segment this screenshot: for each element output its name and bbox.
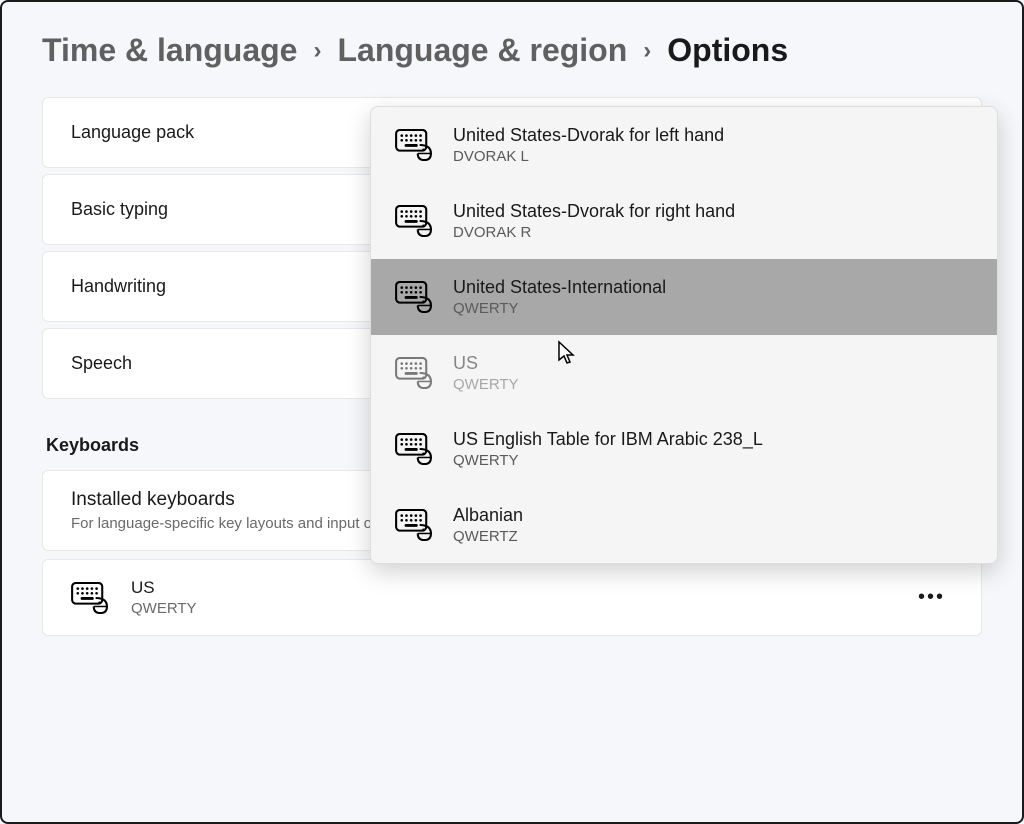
dropdown-item-layout: QWERTZ [453, 528, 523, 545]
dropdown-item-name: US English Table for IBM Arabic 238_L [453, 429, 763, 450]
installed-keyboard-row[interactable]: US QWERTY ••• [42, 559, 982, 636]
breadcrumb-language-region[interactable]: Language & region [337, 32, 627, 69]
dropdown-item-name: United States-Dvorak for left hand [453, 125, 724, 146]
dropdown-item-name: Albanian [453, 505, 523, 526]
dropdown-item[interactable]: United States-Dvorak for right hand DVOR… [371, 183, 997, 259]
more-options-button[interactable]: ••• [910, 582, 953, 613]
dropdown-item[interactable]: Albanian QWERTZ [371, 487, 997, 563]
keyboard-layout-dropdown: United States-Dvorak for left hand DVORA… [370, 106, 998, 564]
dropdown-item[interactable]: United States-Dvorak for left hand DVORA… [371, 107, 997, 183]
dropdown-item[interactable]: United States-International QWERTY [371, 259, 997, 335]
keyboard-icon [395, 129, 433, 161]
installed-keyboard-layout: QWERTY [131, 600, 888, 617]
dropdown-item-layout: DVORAK L [453, 148, 724, 165]
keyboard-icon [71, 582, 109, 614]
breadcrumb: Time & language › Language & region › Op… [42, 32, 982, 69]
dropdown-item: US QWERTY [371, 335, 997, 411]
dropdown-item-layout: DVORAK R [453, 224, 735, 241]
dropdown-item-layout: QWERTY [453, 452, 763, 469]
keyboard-icon [395, 205, 433, 237]
installed-keyboards-title: Installed keyboards [71, 489, 412, 511]
installed-keyboard-name: US [131, 578, 888, 598]
dropdown-item-layout: QWERTY [453, 300, 666, 317]
chevron-right-icon: › [313, 37, 321, 65]
keyboard-icon [395, 433, 433, 465]
keyboard-icon [395, 281, 433, 313]
dropdown-item-name: United States-International [453, 277, 666, 298]
keyboard-icon [395, 509, 433, 541]
breadcrumb-options: Options [667, 32, 788, 69]
dropdown-item-layout: QWERTY [453, 376, 519, 393]
keyboard-icon [395, 357, 433, 389]
dropdown-item[interactable]: US English Table for IBM Arabic 238_L QW… [371, 411, 997, 487]
breadcrumb-time-language[interactable]: Time & language [42, 32, 297, 69]
dropdown-item-name: United States-Dvorak for right hand [453, 201, 735, 222]
dropdown-item-name: US [453, 353, 519, 374]
chevron-right-icon: › [643, 37, 651, 65]
installed-keyboards-subtitle: For language-specific key layouts and in… [71, 515, 412, 532]
